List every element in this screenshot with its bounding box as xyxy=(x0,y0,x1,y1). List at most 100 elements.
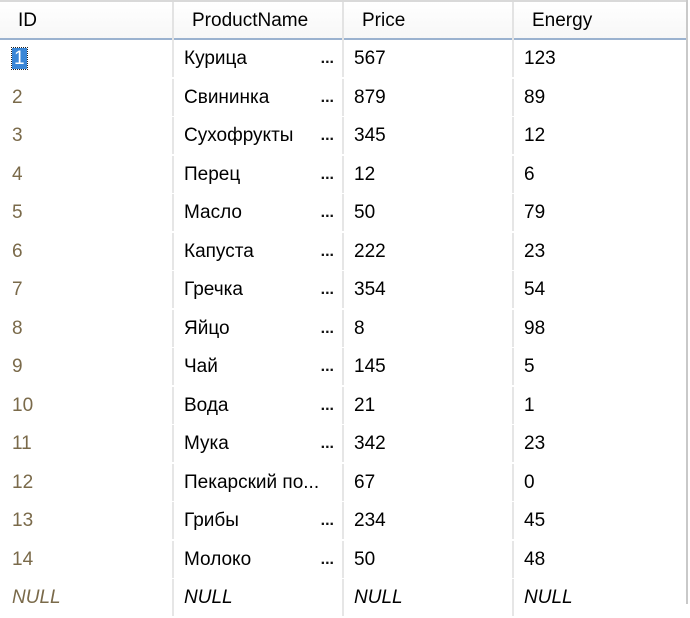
cell-energy[interactable]: 23 xyxy=(514,425,686,462)
cell-id[interactable]: 2 xyxy=(0,78,174,116)
cell-energy[interactable]: 6 xyxy=(514,156,686,193)
ellipsis-button[interactable]: ... xyxy=(321,271,334,308)
cell-price[interactable]: 342 xyxy=(344,425,514,462)
ellipsis-button[interactable]: ... xyxy=(321,156,334,193)
cell-id[interactable]: 3 xyxy=(0,117,174,154)
cell-product-name[interactable]: Капуста... xyxy=(174,232,344,270)
cell-product-name[interactable]: Яйцо... xyxy=(174,309,344,347)
cell-energy[interactable]: 23 xyxy=(514,233,686,270)
table-row: 1 Курица... 567 123 xyxy=(0,40,686,79)
table-row: 9 Чай... 145 5 xyxy=(0,348,686,387)
grid-header: ID ProductName Price Energy xyxy=(0,0,686,40)
cell-id[interactable]: 12 xyxy=(0,463,174,501)
cell-text: Свининка xyxy=(184,86,270,108)
ellipsis-button[interactable]: ... xyxy=(321,348,334,385)
ellipsis-button[interactable]: ... xyxy=(321,387,334,424)
cell-product-name[interactable]: Перец... xyxy=(174,155,344,193)
column-header-price[interactable]: Price xyxy=(344,2,514,40)
cell-price[interactable]: 567 xyxy=(344,40,514,77)
ellipsis-button[interactable]: ... xyxy=(321,194,334,231)
cell-price[interactable]: 8 xyxy=(344,309,514,347)
cell-product-name[interactable]: Гречка... xyxy=(174,271,344,308)
cell-energy[interactable]: 79 xyxy=(514,194,686,231)
cell-price[interactable]: 21 xyxy=(344,386,514,424)
cell-product-name[interactable]: Свининка... xyxy=(174,78,344,116)
cell-id[interactable]: 8 xyxy=(0,309,174,347)
table-row: 4 Перец... 12 6 xyxy=(0,155,686,195)
column-header-energy[interactable]: Energy xyxy=(514,2,686,40)
cell-product-name[interactable]: Молоко... xyxy=(174,540,344,578)
cell-product-name[interactable]: NULL xyxy=(174,579,344,616)
cell-text: Сухофрукты xyxy=(184,125,294,146)
cell-id[interactable]: 1 xyxy=(0,40,174,77)
cell-energy[interactable]: 0 xyxy=(514,464,686,501)
cell-price[interactable]: 222 xyxy=(344,232,514,270)
cell-price[interactable]: 67 xyxy=(344,463,514,501)
cell-price[interactable]: 50 xyxy=(344,540,514,578)
column-header-product-name[interactable]: ProductName xyxy=(174,2,344,40)
cell-price[interactable]: 354 xyxy=(344,271,514,308)
cell-price[interactable]: 145 xyxy=(344,348,514,385)
column-header-id[interactable]: ID xyxy=(0,2,174,40)
cell-product-name[interactable]: Мука... xyxy=(174,425,344,462)
ellipsis-button[interactable]: ... xyxy=(321,40,334,77)
cell-product-name[interactable]: Грибы... xyxy=(174,502,344,539)
cell-text: Гречка xyxy=(184,279,243,300)
cell-energy[interactable]: 5 xyxy=(514,348,686,385)
cell-energy[interactable]: 45 xyxy=(514,502,686,539)
cell-id[interactable]: 13 xyxy=(0,502,174,539)
ellipsis-button[interactable]: ... xyxy=(321,310,334,347)
cell-energy[interactable]: 89 xyxy=(514,79,686,116)
table-row: 8 Яйцо... 8 98 xyxy=(0,309,686,349)
cell-product-name[interactable]: Курица... xyxy=(174,40,344,77)
cell-energy[interactable]: 1 xyxy=(514,387,686,424)
cell-id[interactable]: 5 xyxy=(0,194,174,231)
table-row: 10 Вода... 21 1 xyxy=(0,386,686,426)
cell-text: Курица xyxy=(184,48,247,69)
table-row: 13 Грибы... 234 45 xyxy=(0,502,686,541)
ellipsis-button[interactable]: ... xyxy=(321,233,334,270)
table-row: 6 Капуста... 222 23 xyxy=(0,232,686,272)
cell-product-name[interactable]: Вода... xyxy=(174,386,344,424)
cell-price[interactable]: 879 xyxy=(344,78,514,116)
cell-product-name[interactable]: Пекарский по... xyxy=(174,463,344,501)
table-row: 14 Молоко... 50 48 xyxy=(0,540,686,580)
cell-energy[interactable]: 98 xyxy=(514,310,686,347)
cell-energy[interactable]: 123 xyxy=(514,40,686,77)
table-row: 3 Сухофрукты... 345 12 xyxy=(0,117,686,156)
cell-price[interactable]: NULL xyxy=(344,579,514,616)
cell-id[interactable]: 6 xyxy=(0,232,174,270)
cell-energy[interactable]: 12 xyxy=(514,117,686,154)
ellipsis-button[interactable]: ... xyxy=(321,425,334,462)
ellipsis-button[interactable]: ... xyxy=(321,541,334,578)
ellipsis-button[interactable]: ... xyxy=(321,117,334,154)
cell-id[interactable]: 7 xyxy=(0,271,174,308)
cell-energy[interactable]: 54 xyxy=(514,271,686,308)
cell-id[interactable]: 4 xyxy=(0,155,174,193)
cell-price[interactable]: 345 xyxy=(344,117,514,154)
cell-id[interactable]: NULL xyxy=(0,579,174,616)
cell-id[interactable]: 10 xyxy=(0,386,174,424)
ellipsis-button[interactable]: ... xyxy=(321,79,334,116)
cell-id[interactable]: 14 xyxy=(0,540,174,578)
cell-text: Молоко xyxy=(184,548,252,570)
table-row: 12 Пекарский по... 67 0 xyxy=(0,463,686,503)
cell-text: Грибы xyxy=(184,510,239,531)
table-row: 11 Мука... 342 23 xyxy=(0,425,686,464)
ellipsis-button[interactable]: ... xyxy=(321,502,334,539)
cell-energy[interactable]: 48 xyxy=(514,541,686,578)
cell-price[interactable]: 50 xyxy=(344,194,514,231)
cell-product-name[interactable]: Сухофрукты... xyxy=(174,117,344,154)
cell-price[interactable]: 234 xyxy=(344,502,514,539)
table-row: 7 Гречка... 354 54 xyxy=(0,271,686,310)
cell-text: Вода xyxy=(184,394,229,416)
cell-energy[interactable]: NULL xyxy=(514,579,686,616)
cell-id[interactable]: 9 xyxy=(0,348,174,385)
selected-cell-value[interactable]: 1 xyxy=(11,47,28,70)
cell-price[interactable]: 12 xyxy=(344,155,514,193)
cell-id[interactable]: 11 xyxy=(0,425,174,462)
cell-product-name[interactable]: Масло... xyxy=(174,194,344,231)
cell-product-name[interactable]: Чай... xyxy=(174,348,344,385)
cell-text: Чай xyxy=(184,356,218,377)
cell-text: Пекарский по... xyxy=(184,471,320,493)
